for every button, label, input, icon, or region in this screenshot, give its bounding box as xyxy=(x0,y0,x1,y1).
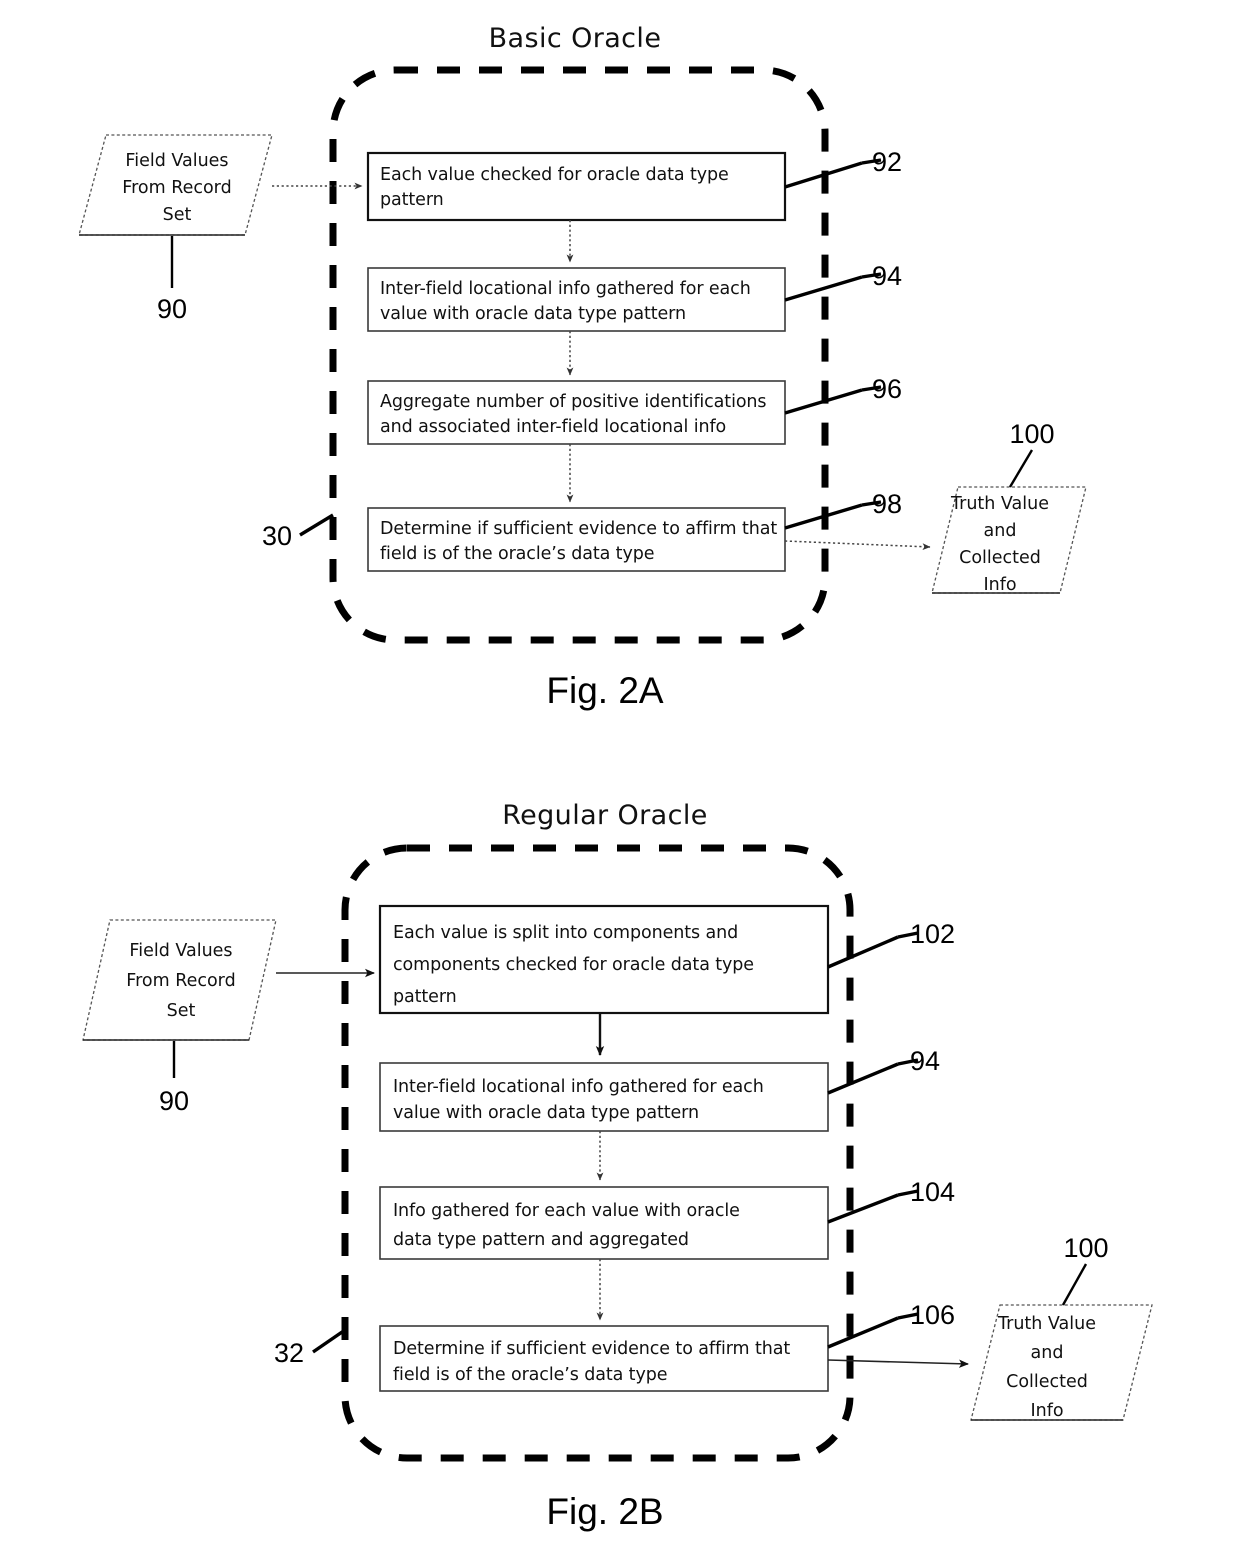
step-104-line-1: Info gathered for each value with oracle xyxy=(393,1201,740,1221)
ref-number-94-2a: 94 xyxy=(872,261,902,291)
ref-number-106: 106 xyxy=(910,1300,955,1330)
input-field-values-2a: Field Values From Record Set 90 xyxy=(78,134,273,324)
output-2b-line-4: Info xyxy=(1030,1401,1063,1421)
ref-number-90-2b: 90 xyxy=(159,1086,189,1116)
input-line-1: Field Values xyxy=(125,151,228,171)
input-2b-line-1: Field Values xyxy=(129,941,232,961)
step-106-line-1: Determine if sufficient evidence to affi… xyxy=(393,1339,790,1359)
ref-number-90-2a: 90 xyxy=(157,294,187,324)
step-box-94-2b: Inter-field locational info gathered for… xyxy=(379,1062,829,1132)
figure-2a: Basic Oracle Field Values From Record Se… xyxy=(78,23,1087,711)
step-102-line-2: components checked for oracle data type xyxy=(393,955,754,975)
step-98-line-2: field is of the oracle’s data type xyxy=(380,544,654,564)
step-box-96: Aggregate number of positive identificat… xyxy=(367,380,786,445)
output-line-3: Collected xyxy=(959,548,1041,568)
ref-number-100-2b: 100 xyxy=(1063,1233,1108,1263)
input-line-2: From Record xyxy=(122,178,231,198)
output-line-4: Info xyxy=(983,575,1016,595)
ref-number-92: 92 xyxy=(872,147,902,177)
output-line-2: and xyxy=(984,521,1017,541)
step-92-line-2: pattern xyxy=(380,190,444,210)
input-field-values-2b: Field Values From Record Set 90 xyxy=(82,919,277,1116)
step-98-line-1: Determine if sufficient evidence to affi… xyxy=(380,519,777,539)
step-98-to-output-arrow xyxy=(784,540,931,551)
step-box-106: Determine if sufficient evidence to affi… xyxy=(379,1325,829,1392)
figure-2b: Regular Oracle Field Values From Record … xyxy=(82,800,1153,1532)
ref-number-30: 30 xyxy=(262,521,292,551)
ref-number-104: 104 xyxy=(910,1177,955,1207)
step-92-line-1: Each value checked for oracle data type xyxy=(380,165,729,185)
output-truth-value-2b: Truth Value and Collected Info 100 xyxy=(970,1233,1153,1421)
patent-figure-sheet: Basic Oracle Field Values From Record Se… xyxy=(0,0,1240,1568)
output-line-1: Truth Value xyxy=(950,494,1049,514)
figure-2b-title: Regular Oracle xyxy=(502,800,708,831)
step-box-102: Each value is split into components and … xyxy=(378,904,830,1015)
ref-number-94-2b: 94 xyxy=(910,1046,940,1076)
ref-number-32: 32 xyxy=(274,1338,304,1368)
step-box-98: Determine if sufficient evidence to affi… xyxy=(367,507,786,572)
input-2b-line-3: Set xyxy=(167,1001,196,1021)
flowchart-canvas: Basic Oracle Field Values From Record Se… xyxy=(78,23,1153,1532)
step-102-line-3: pattern xyxy=(393,987,457,1007)
figure-2a-title: Basic Oracle xyxy=(489,23,662,54)
ref-number-100-2a: 100 xyxy=(1009,419,1054,449)
step-102-line-1: Each value is split into components and xyxy=(393,923,738,943)
step-106-line-2: field is of the oracle’s data type xyxy=(393,1365,667,1385)
step-94b-line-2: value with oracle data type pattern xyxy=(393,1103,699,1123)
ref-number-102: 102 xyxy=(910,919,955,949)
ref-number-98: 98 xyxy=(872,489,902,519)
ref-number-96: 96 xyxy=(872,374,902,404)
output-2b-line-2: and xyxy=(1031,1343,1064,1363)
output-2b-line-1: Truth Value xyxy=(997,1314,1096,1334)
step-94-line-2: value with oracle data type pattern xyxy=(380,304,686,324)
step-104-line-2: data type pattern and aggregated xyxy=(393,1230,689,1250)
output-2b-line-3: Collected xyxy=(1006,1372,1088,1392)
step-96-line-2: and associated inter-field locational in… xyxy=(380,417,726,437)
input-2b-line-2: From Record xyxy=(126,971,235,991)
output-truth-value-2a: Truth Value and Collected Info 100 xyxy=(931,419,1087,595)
step-box-104: Info gathered for each value with oracle… xyxy=(379,1186,829,1260)
step-94-line-1: Inter-field locational info gathered for… xyxy=(380,279,751,299)
step-box-94-2a: Inter-field locational info gathered for… xyxy=(367,267,786,332)
figure-2b-caption: Fig. 2B xyxy=(546,1491,663,1532)
step-96-line-1: Aggregate number of positive identificat… xyxy=(380,392,766,412)
input-line-3: Set xyxy=(163,205,192,225)
step-94b-line-1: Inter-field locational info gathered for… xyxy=(393,1077,764,1097)
step-box-92: Each value checked for oracle data type … xyxy=(366,151,787,222)
figure-2a-caption: Fig. 2A xyxy=(546,670,664,711)
